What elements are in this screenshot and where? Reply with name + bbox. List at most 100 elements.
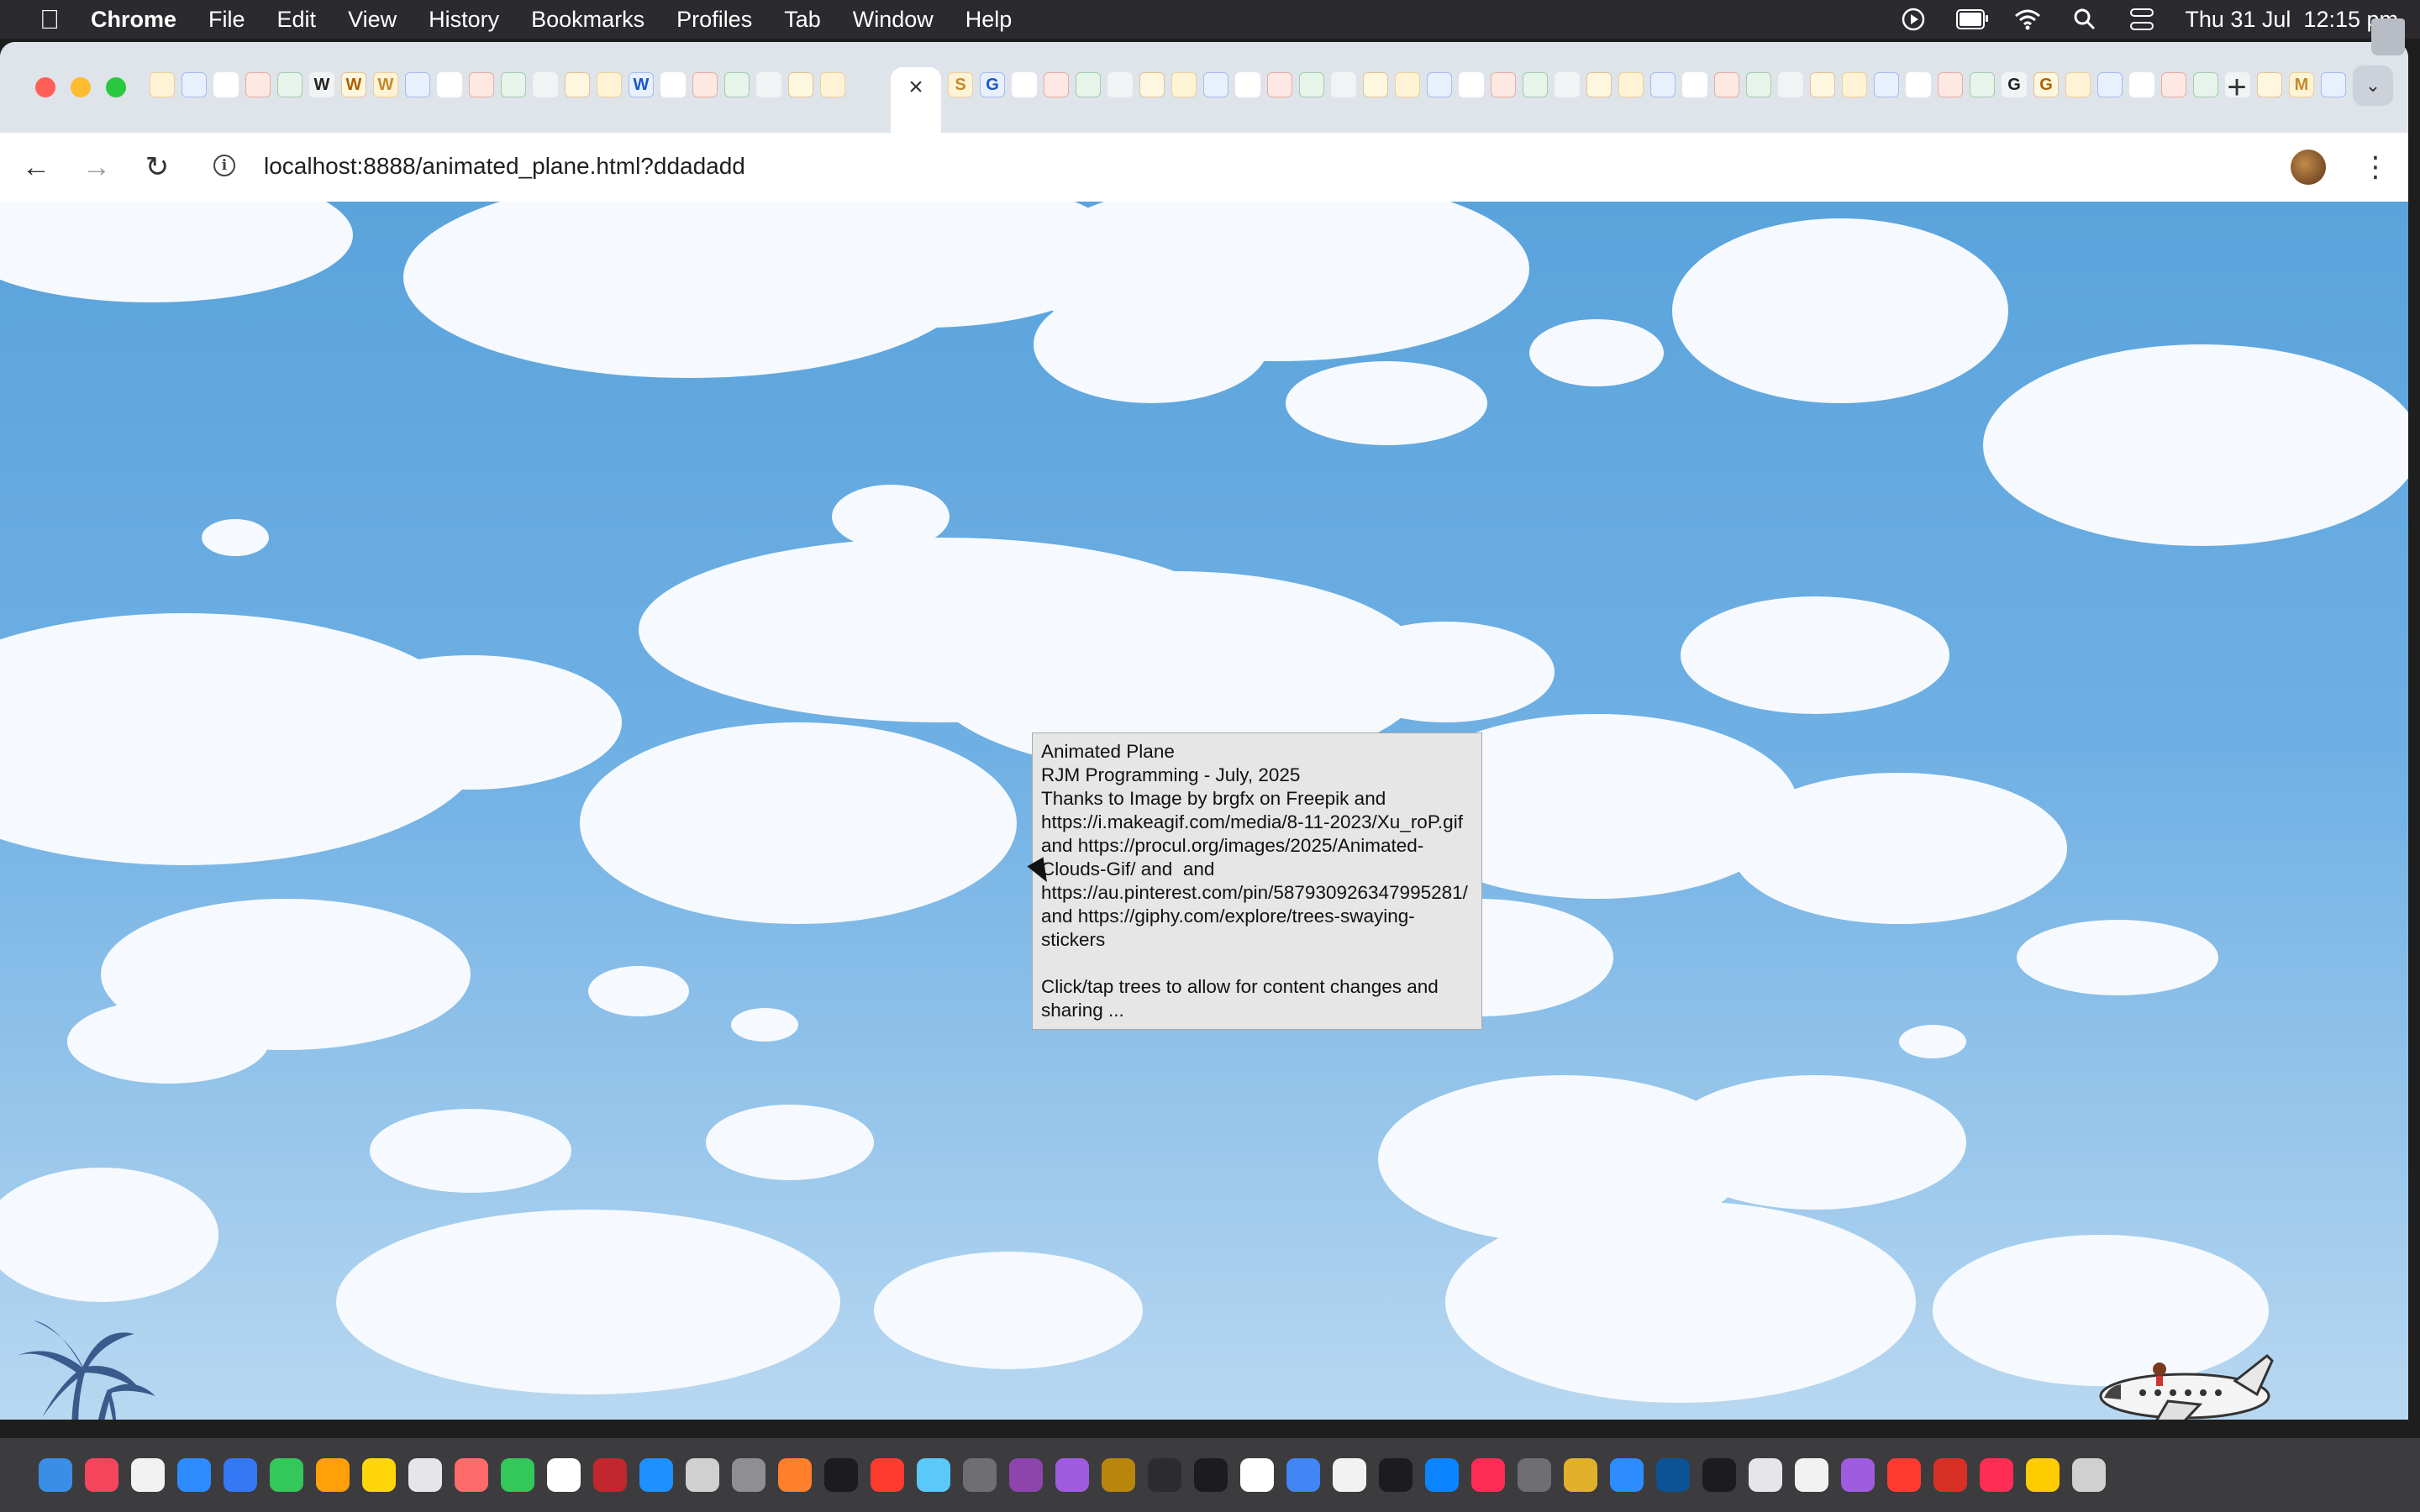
left-tab-favicon-icon[interactable]: W [309,72,334,97]
play-icon[interactable] [1899,7,1928,32]
wifi-icon[interactable] [2013,7,2042,32]
dock-app-icon[interactable] [639,1458,673,1492]
right-tab-favicon-icon[interactable] [1523,72,1548,97]
left-tab-favicon-icon[interactable]: W [629,72,654,97]
right-tab-favicon-icon[interactable] [1650,72,1676,97]
left-tab-favicon-icon[interactable] [182,72,207,97]
menubar-clock[interactable]: Thu 31 Jul 12:15 pm [2185,7,2398,33]
menu-window[interactable]: Window [853,7,934,33]
dock-app-icon[interactable] [824,1458,858,1492]
close-window-button[interactable] [35,77,55,97]
menu-bookmarks[interactable]: Bookmarks [531,7,644,33]
dock-app-icon[interactable] [316,1458,350,1492]
right-tab-favicon-icon[interactable] [1076,72,1101,97]
left-tab-favicon-icon[interactable] [277,72,302,97]
right-tab-favicon-icon[interactable] [1427,72,1452,97]
dock-app-icon[interactable] [2026,1458,2060,1492]
right-tab-favicon-icon[interactable] [1938,72,1963,97]
right-tab-favicon-icon[interactable]: S [948,72,973,97]
dock-app-icon[interactable] [408,1458,442,1492]
right-tab-favicon-icon[interactable] [1746,72,1771,97]
left-tab-favicon-icon[interactable] [405,72,430,97]
dock-app-icon[interactable] [455,1458,488,1492]
menu-history[interactable]: History [429,7,499,33]
right-tab-favicon-icon[interactable] [1459,72,1484,97]
zoom-window-button[interactable] [106,77,126,97]
dock-app-icon[interactable] [1887,1458,1921,1492]
dock-app-icon[interactable] [224,1458,257,1492]
right-tab-favicon-icon[interactable] [2321,72,2346,97]
right-tab-favicon-icon[interactable] [1107,72,1133,97]
dock-app-icon[interactable] [593,1458,627,1492]
dock-app-icon[interactable] [1795,1458,1828,1492]
dock-app-icon[interactable] [1194,1458,1228,1492]
left-tab-favicon-icon[interactable]: W [373,72,398,97]
left-tab-favicon-icon[interactable] [756,72,781,97]
dock-app-icon[interactable] [686,1458,719,1492]
right-tab-favicon-icon[interactable] [1267,72,1292,97]
right-tab-favicon-icon[interactable] [1682,72,1707,97]
right-tab-favicon-icon[interactable]: G [2002,72,2027,97]
dock-app-icon[interactable] [1055,1458,1089,1492]
right-tab-favicon-icon[interactable] [2097,72,2123,97]
dock-app-icon[interactable] [501,1458,534,1492]
right-tab-favicon-icon[interactable] [1874,72,1899,97]
apple-menu-icon[interactable]:  [30,4,69,35]
right-tab-favicon-icon[interactable] [2129,72,2154,97]
menu-view[interactable]: View [348,7,397,33]
menu-file[interactable]: File [208,7,245,33]
dock-app-icon[interactable] [1610,1458,1644,1492]
right-tab-favicon-icon[interactable]: G [980,72,1005,97]
dock-app-icon[interactable] [732,1458,765,1492]
dock-app-icon[interactable] [1518,1458,1551,1492]
new-tab-button[interactable]: + [2220,71,2254,104]
right-tab-favicon-icon[interactable]: M [2289,72,2314,97]
dock-app-icon[interactable] [1656,1458,1690,1492]
trash-icon[interactable] [2371,18,2405,55]
dock-app-icon[interactable] [1564,1458,1597,1492]
dock-app-icon[interactable] [131,1458,165,1492]
left-tab-favicon-icon[interactable] [469,72,494,97]
right-tab-favicon-icon[interactable] [1555,72,1580,97]
left-tab-favicon-icon[interactable] [724,72,750,97]
dock-app-icon[interactable] [1379,1458,1413,1492]
palm-trees[interactable] [8,1309,160,1420]
dock-app-icon[interactable] [1749,1458,1782,1492]
menu-edit[interactable]: Edit [277,7,317,33]
url-text[interactable]: localhost:8888/animated_plane.html?ddada… [264,153,745,180]
menu-help[interactable]: Help [965,7,1013,33]
dock-app-icon[interactable] [2072,1458,2106,1492]
profile-avatar[interactable] [2291,150,2326,185]
right-tab-favicon-icon[interactable] [1810,72,1835,97]
right-tab-favicon-icon[interactable] [1044,72,1069,97]
back-arrow-icon[interactable]: ← [18,150,54,185]
bookmark-star-icon[interactable]: ☆ [2407,150,2408,187]
dock-app-icon[interactable] [1980,1458,2013,1492]
right-tab-favicon-icon[interactable] [2065,72,2091,97]
dock-app-icon[interactable] [362,1458,396,1492]
left-tab-favicon-icon[interactable] [692,72,718,97]
minimize-window-button[interactable] [71,77,91,97]
spotlight-search-icon[interactable] [2070,7,2099,32]
right-tab-favicon-icon[interactable]: G [2033,72,2059,97]
dock-app-icon[interactable] [778,1458,812,1492]
dock-app-icon[interactable] [1148,1458,1181,1492]
dock-app-icon[interactable] [1841,1458,1875,1492]
right-tab-favicon-icon[interactable] [1778,72,1803,97]
left-tab-favicon-icon[interactable] [597,72,622,97]
dock-app-icon[interactable] [1009,1458,1043,1492]
chrome-menu-icon[interactable]: ⋮ [2361,150,2390,185]
dock-app-icon[interactable] [39,1458,72,1492]
right-tab-favicon-icon[interactable] [1235,72,1260,97]
right-tab-favicon-icon[interactable] [1012,72,1037,97]
menu-app-chrome[interactable]: Chrome [91,7,176,33]
right-tab-favicon-icon[interactable] [2193,72,2218,97]
control-center-icon[interactable] [2128,7,2156,32]
dock-app-icon[interactable] [270,1458,303,1492]
dock-app-icon[interactable] [85,1458,118,1492]
dock-app-icon[interactable] [1333,1458,1366,1492]
left-tab-favicon-icon[interactable] [660,72,686,97]
right-tab-favicon-icon[interactable] [2161,72,2186,97]
left-tab-favicon-icon[interactable] [820,72,845,97]
menu-profiles[interactable]: Profiles [676,7,752,33]
